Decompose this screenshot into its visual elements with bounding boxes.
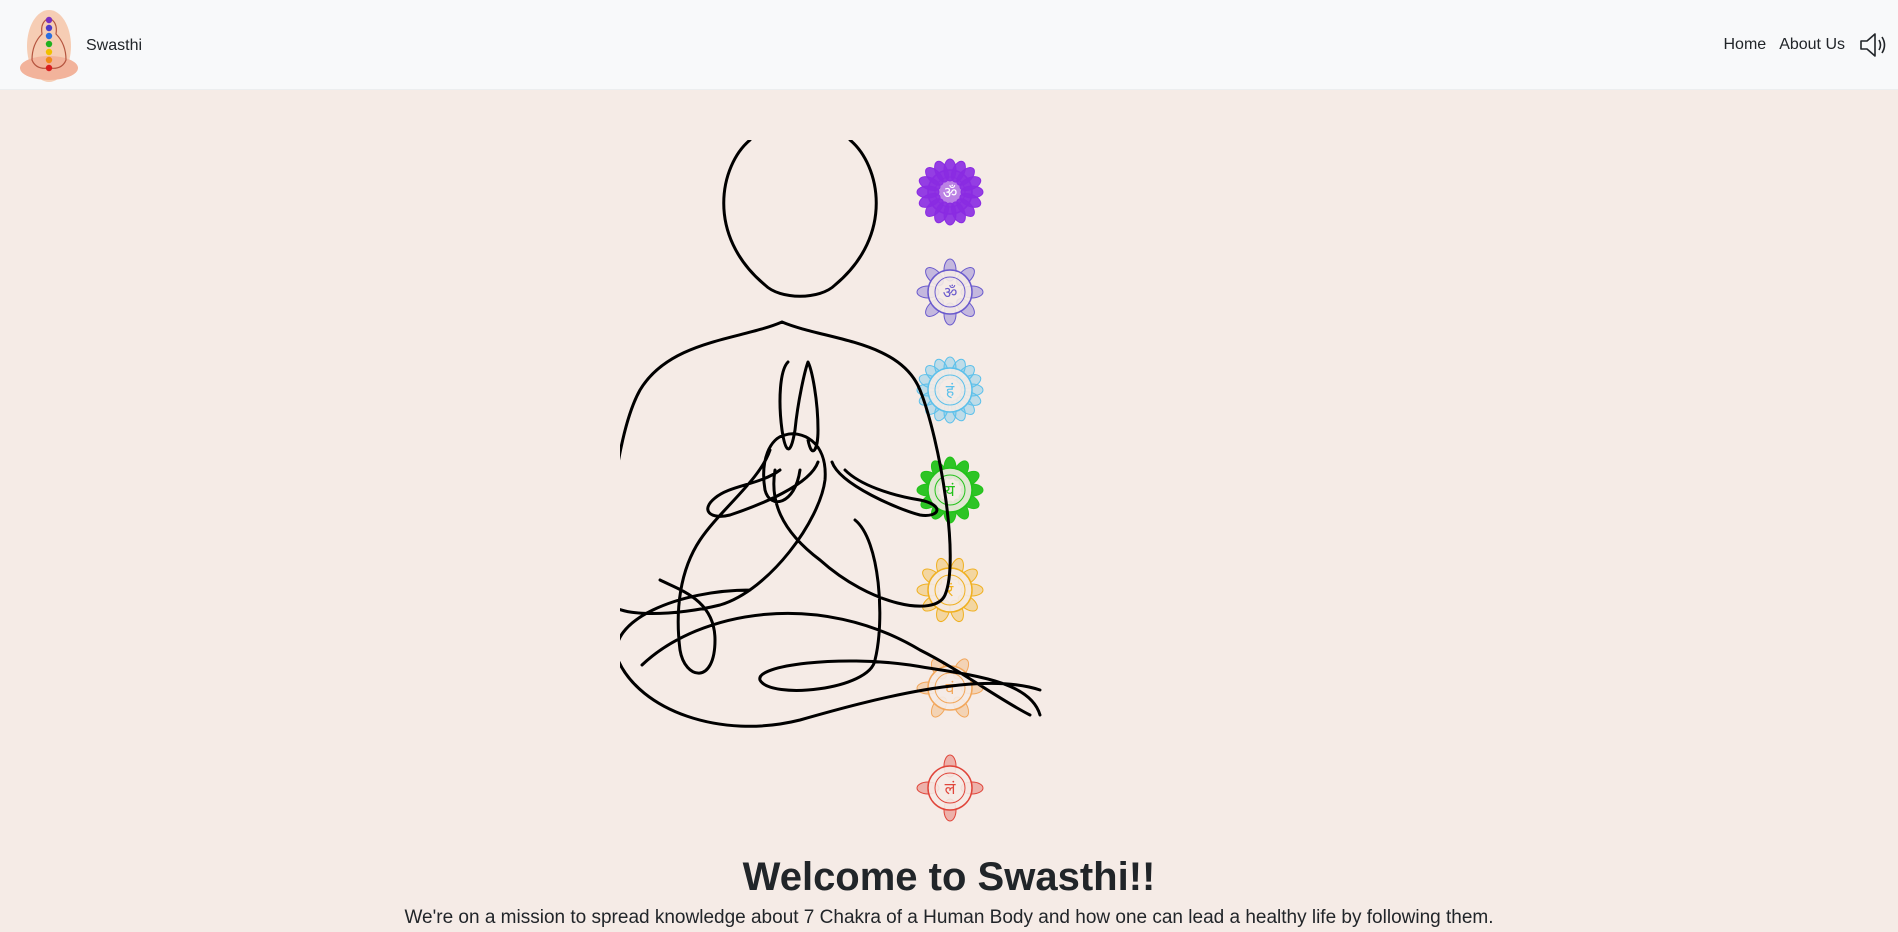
chakra-glyph: वं — [946, 679, 956, 698]
chakra-glyph: ॐ — [943, 183, 958, 202]
nav-links: Home About Us — [1724, 0, 1898, 90]
navbar: Swasthi Home About Us — [0, 0, 1898, 90]
chakra-layer: ॐॐहंयंरंवंलं — [916, 158, 984, 822]
chakra-logo-icon — [20, 10, 78, 82]
meditating-figure-icon: ॐॐहंयंरंवंलं — [620, 140, 1042, 822]
speaker-volume-icon[interactable] — [1858, 30, 1890, 60]
chakra-glyph: हं — [946, 381, 955, 400]
chakra-glyph: लं — [945, 779, 957, 798]
page-subtitle: We're on a mission to spread knowledge a… — [404, 907, 1494, 928]
root-chakra-icon: लं — [916, 754, 984, 822]
hero-illustration: ॐ ॐ हं यं रं वं लं — [620, 140, 1280, 855]
page-title: Welcome to Swasthi!! — [742, 855, 1156, 899]
brand-name: Swasthi — [86, 37, 143, 54]
third-eye-chakra-icon: ॐ — [916, 258, 984, 326]
nav-link-home[interactable]: Home — [1724, 36, 1767, 54]
nav-link-about-us[interactable]: About Us — [1779, 36, 1845, 54]
crown-chakra-icon: ॐ — [916, 158, 984, 226]
figure-line-art — [620, 140, 1042, 728]
heart-chakra-icon: यं — [916, 456, 984, 524]
brand[interactable]: Swasthi — [18, 8, 142, 84]
chakra-glyph: ॐ — [943, 283, 958, 302]
